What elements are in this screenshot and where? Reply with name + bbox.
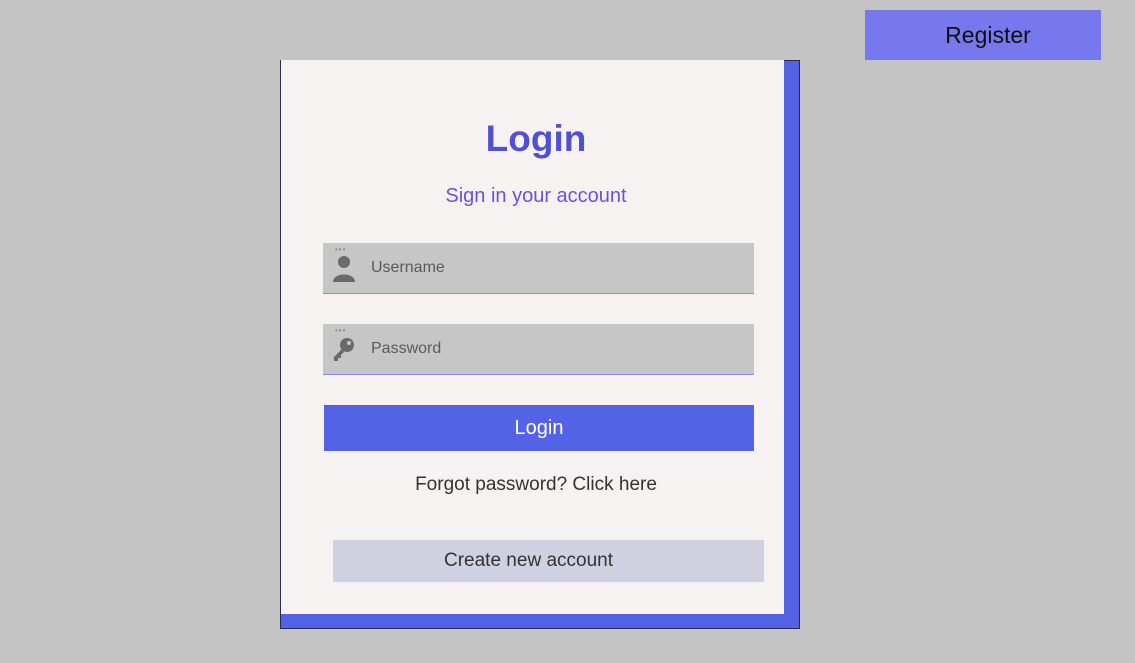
drag-handle-icon: ••• [335,245,347,254]
login-button[interactable]: Login [324,405,754,451]
register-button[interactable]: Register [865,10,1101,60]
password-input[interactable] [371,334,741,364]
page-title: Login [485,118,587,159]
forgot-password-link[interactable]: Forgot password? Click here [281,474,791,496]
username-field[interactable]: ••• [323,243,754,294]
key-icon [331,334,357,364]
password-field[interactable]: ••• [323,324,754,375]
username-input[interactable] [371,253,741,283]
drag-handle-icon: ••• [335,326,347,335]
page-subtitle: Sign in your account [445,185,627,207]
user-icon [331,253,357,283]
create-account-button[interactable]: Create new account [333,540,764,582]
page: Register Login Sign in your account ••• … [0,0,1135,663]
